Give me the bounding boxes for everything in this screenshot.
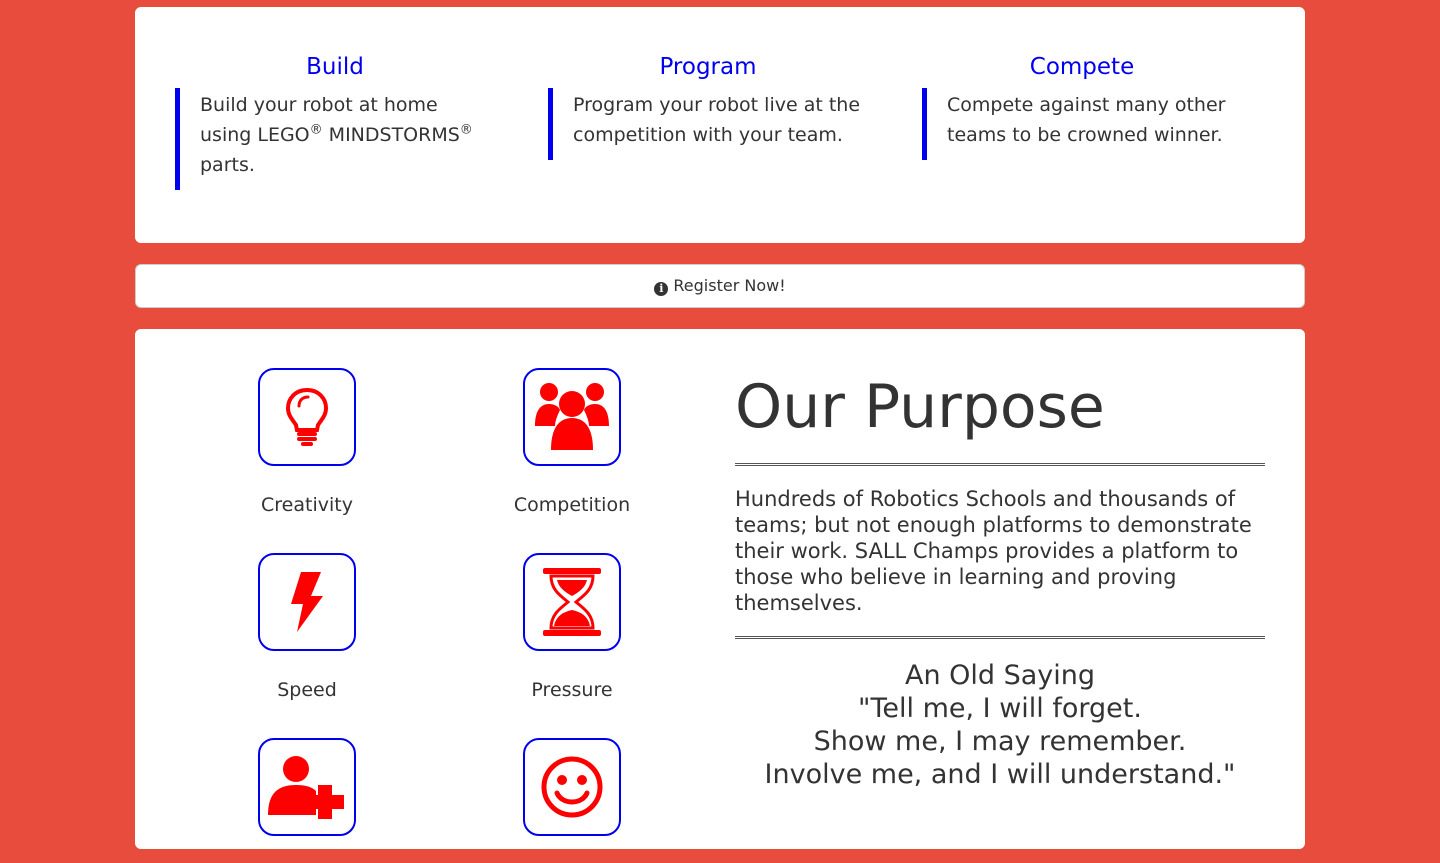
purpose-card: Creativity Competition Speed Pressure Ou…: [135, 329, 1305, 849]
old-saying: An Old Saying "Tell me, I will forget. S…: [735, 659, 1265, 791]
feature-compete: Compete Compete against many other teams…: [922, 55, 1242, 160]
tile-label: Speed: [277, 679, 337, 701]
tile-box: [523, 738, 621, 836]
user-plus-icon: [268, 756, 344, 819]
feature-description: Compete against many other teams to be c…: [922, 88, 1242, 160]
users-icon: [535, 383, 609, 450]
feature-description: Program your robot live at the competiti…: [548, 88, 868, 160]
saying-line: "Tell me, I will forget.: [858, 693, 1142, 724]
saying-title: An Old Saying: [904, 660, 1096, 691]
tile-smile: [472, 738, 672, 863]
tile-creativity: Creativity: [207, 368, 407, 517]
feature-title: Build: [306, 54, 364, 80]
feature-description: Build your robot at home using LEGO® MIN…: [175, 88, 495, 190]
tile-pressure: Pressure: [472, 553, 672, 702]
register-label: Register Now!: [673, 276, 786, 295]
saying-line: Involve me, and I will understand.": [764, 759, 1236, 790]
tile-label: Pressure: [531, 679, 613, 701]
bolt-icon: [291, 572, 323, 632]
tile-speed: Speed: [207, 553, 407, 702]
tile-box: [258, 368, 356, 466]
tile-label: Competition: [513, 494, 631, 516]
tile-box: [258, 553, 356, 651]
feature-build: Build Build your robot at home using LEG…: [175, 55, 495, 190]
register-button[interactable]: i Register Now!: [135, 264, 1305, 308]
feature-title: Compete: [1029, 54, 1135, 80]
feature-title: Program: [659, 54, 757, 80]
tile-box: [258, 738, 356, 836]
tile-label: Creativity: [261, 494, 353, 516]
divider: [735, 636, 1265, 639]
saying-line: Show me, I may remember.: [813, 726, 1187, 757]
feature-program: Program Program your robot live at the c…: [548, 55, 868, 160]
tile-competition: Competition: [472, 368, 672, 517]
info-circle-icon: i: [654, 282, 669, 296]
purpose-section: Our Purpose Hundreds of Robotics Schools…: [735, 369, 1265, 791]
lightbulb-icon: [285, 387, 329, 446]
tile-box: [523, 368, 621, 466]
features-card: Build Build your robot at home using LEG…: [135, 7, 1305, 243]
page-title: Our Purpose: [735, 372, 1105, 442]
hourglass-icon: [543, 568, 601, 636]
tile-user-plus: [207, 738, 407, 863]
tile-box: [523, 553, 621, 651]
smile-icon: [541, 756, 603, 818]
purpose-body: Hundreds of Robotics Schools and thousan…: [735, 487, 1252, 615]
divider: [735, 463, 1265, 466]
